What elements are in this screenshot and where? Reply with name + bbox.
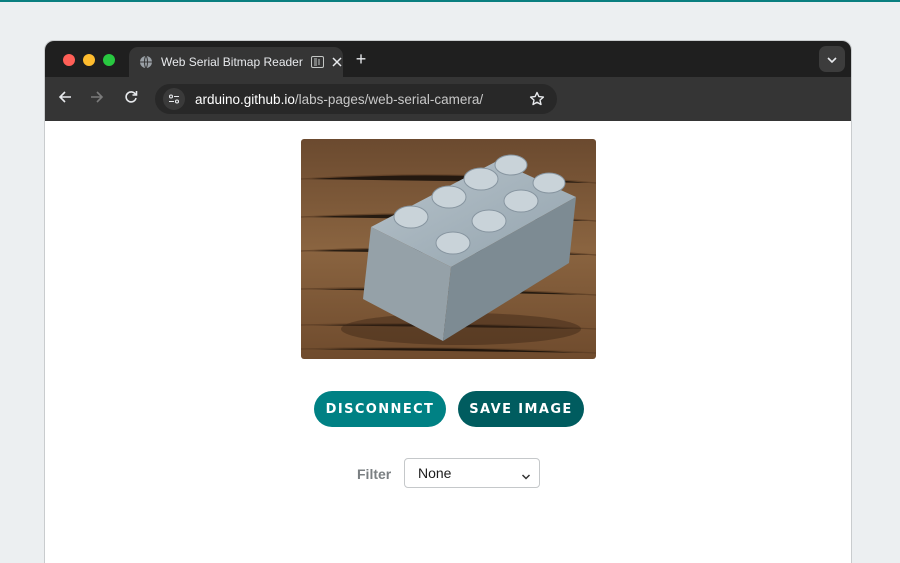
reload-icon	[124, 90, 138, 109]
reload-button[interactable]	[122, 90, 140, 108]
globe-icon	[139, 55, 153, 69]
back-button[interactable]	[56, 90, 74, 108]
url-path: /labs-pages/web-serial-camera/	[294, 91, 484, 107]
browser-toolbar: arduino.github.io/labs-pages/web-serial-…	[45, 77, 851, 121]
url-host: arduino.github.io	[195, 91, 295, 107]
address-bar[interactable]: arduino.github.io/labs-pages/web-serial-…	[155, 84, 557, 114]
arrow-left-icon	[58, 90, 72, 109]
close-window-button[interactable]	[63, 54, 75, 66]
tab-search-button[interactable]	[819, 46, 845, 72]
camera-image	[301, 139, 596, 359]
forward-button[interactable]	[88, 90, 106, 108]
minimize-window-button[interactable]	[83, 54, 95, 66]
filter-value: None	[418, 465, 452, 481]
close-icon[interactable]	[332, 55, 342, 69]
chevron-down-icon	[521, 469, 531, 480]
star-icon[interactable]	[529, 91, 545, 107]
page-content: DISCONNECT SAVE IMAGE Filter None	[45, 121, 851, 563]
window-controls	[63, 54, 115, 66]
filter-select[interactable]: None	[404, 458, 540, 488]
maximize-window-button[interactable]	[103, 54, 115, 66]
url-text: arduino.github.io/labs-pages/web-serial-…	[195, 92, 483, 107]
chevron-down-icon	[827, 50, 837, 68]
disconnect-button[interactable]: DISCONNECT	[314, 391, 446, 427]
arrow-right-icon	[90, 90, 104, 109]
filter-label: Filter	[357, 466, 392, 482]
save-image-button[interactable]: SAVE IMAGE	[458, 391, 584, 427]
site-settings-icon[interactable]	[163, 88, 185, 110]
reading-mode-icon[interactable]	[310, 55, 324, 69]
tab-title: Web Serial Bitmap Reader	[161, 55, 303, 69]
new-tab-button[interactable]: +	[351, 49, 371, 69]
tab-strip: Web Serial Bitmap Reader +	[45, 41, 851, 77]
active-tab[interactable]: Web Serial Bitmap Reader	[129, 47, 343, 77]
browser-window: Web Serial Bitmap Reader + arduino.githu…	[44, 40, 852, 563]
